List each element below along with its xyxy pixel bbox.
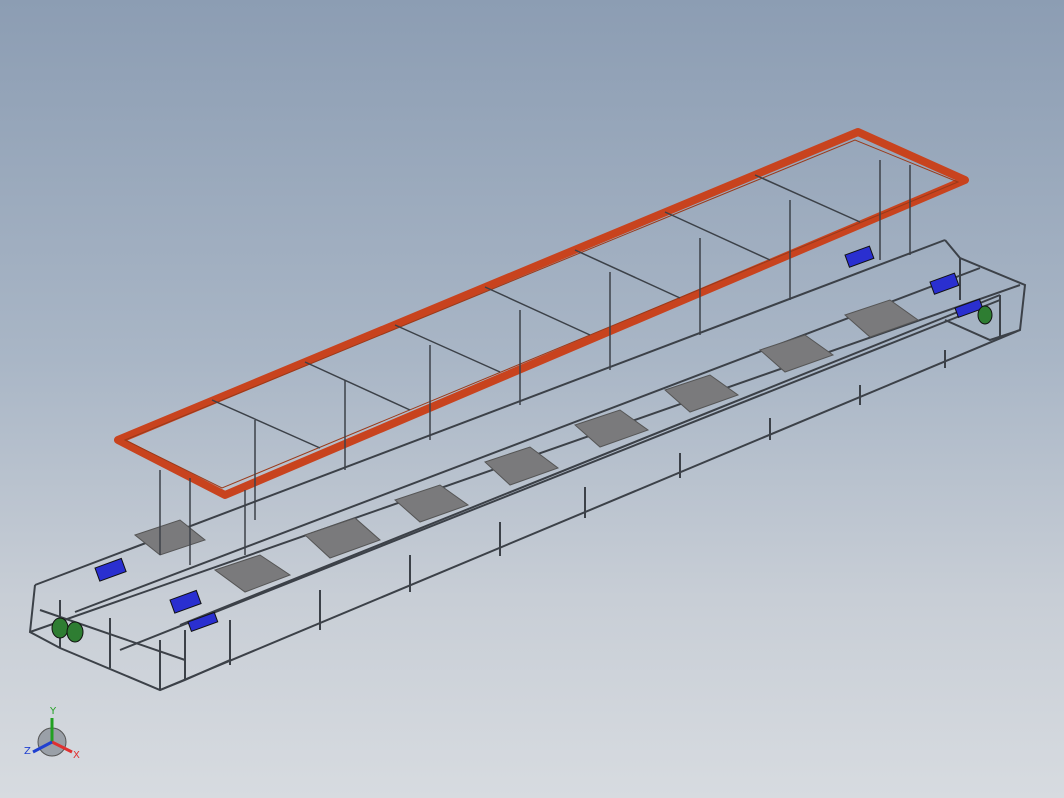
conveyor-assembly-model[interactable]: Y X Z	[0, 0, 1064, 798]
graphics-viewport[interactable]: Y X Z	[0, 0, 1064, 798]
triad-z-label: Z	[24, 746, 31, 757]
triad-x-label: X	[73, 750, 80, 761]
pallet-plates	[133, 299, 920, 593]
support-legs	[229, 350, 946, 665]
triad-y-label: Y	[49, 706, 57, 717]
view-orientation-triad[interactable]: Y X Z	[24, 706, 80, 761]
